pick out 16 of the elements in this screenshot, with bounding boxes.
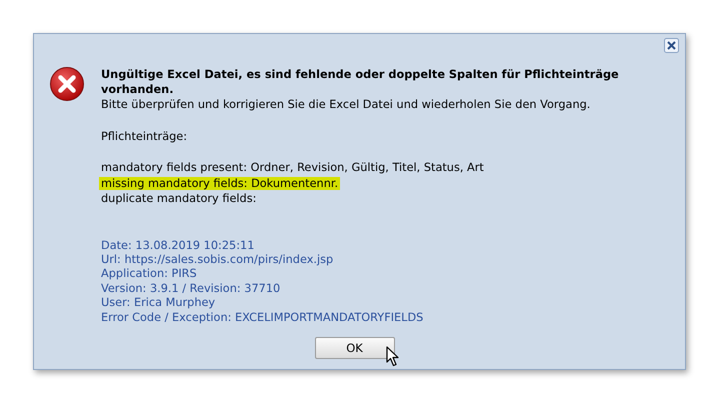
- error-detail: Date: 13.08.2019 10:25:11: [101, 238, 256, 253]
- error-detail: Application: PIRS: [101, 267, 198, 282]
- field-list-text: duplicate mandatory fields:: [101, 192, 256, 205]
- section-label: Pflichteinträge:: [101, 128, 188, 144]
- field-list-text: missing mandatory fields: Dokumentennr.: [99, 176, 340, 190]
- mouse-pointer-icon: [386, 346, 400, 367]
- error-detail: User: Erica Murphey: [101, 296, 216, 311]
- error-detail: Error Code / Exception: EXCELIMPORTMANDATORYFIELDS: [101, 310, 424, 325]
- ok-button[interactable]: OK: [314, 337, 394, 359]
- error-heading: Ungültige Excel Datei, es sind fehlende oder doppelte Spalten für Pflichteinträge vorhanden.: [101, 67, 620, 97]
- error-message: Bitte überprüfen und korrigieren Sie die Excel Datei und wiederholen Sie den Vorgang.: [101, 97, 592, 112]
- close-icon[interactable]: [664, 38, 679, 53]
- error-detail: Version: 3.9.1 / Revision: 37710: [101, 282, 282, 296]
- error-icon: [49, 66, 85, 102]
- error-detail: Url: https://sales.sobis.com/pirs/index.jsp: [101, 252, 334, 268]
- field-list-text: mandatory fields present: Ordner, Revision, Gültig, Titel, Status, Art: [101, 161, 484, 174]
